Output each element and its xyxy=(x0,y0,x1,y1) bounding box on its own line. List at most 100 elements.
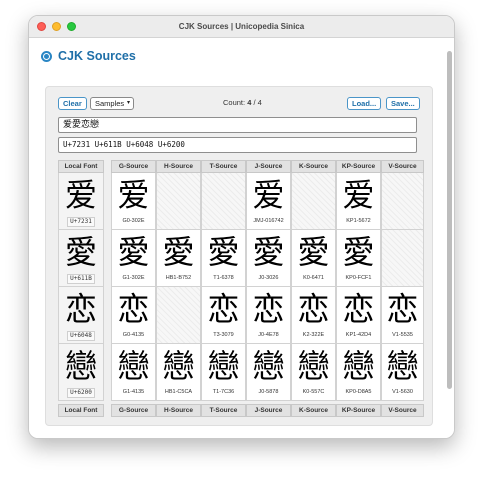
column-header: Local Font xyxy=(58,160,104,173)
close-window-button[interactable] xyxy=(37,22,46,31)
source-glyph: 恋 xyxy=(117,290,150,328)
column-footer: KP-Source xyxy=(336,404,381,417)
samples-select[interactable]: Samples ▾ xyxy=(90,97,134,110)
source-glyph-cell: 愛 T1-6378 xyxy=(201,230,246,287)
local-glyph: 爱 xyxy=(64,176,97,214)
local-font-cell: 戀 U+6200 xyxy=(58,344,104,401)
section-header[interactable]: CJK Sources xyxy=(41,49,136,63)
source-reference: KP0-FCF1 xyxy=(345,275,372,281)
source-glyph-cell: 愛 J0-3026 xyxy=(246,230,291,287)
source-reference: HB1-B752 xyxy=(165,275,192,281)
source-glyph-cell: 戀 G1-4135 xyxy=(111,344,156,401)
source-glyph: 愛 xyxy=(342,233,375,271)
column-header: KP-Source xyxy=(336,160,381,173)
characters-input[interactable]: 爱愛恋戀 xyxy=(58,117,417,133)
source-reference: T3-3079 xyxy=(213,332,234,338)
column-footer: T-Source xyxy=(201,404,246,417)
source-glyph: 恋 xyxy=(297,290,330,328)
column-header: V-Source xyxy=(381,160,424,173)
code-point-label: U+611B xyxy=(70,275,92,282)
local-font-cell: 恋 U+6048 xyxy=(58,287,104,344)
source-glyph-cell: 恋 G0-4135 xyxy=(111,287,156,344)
column-header: T-Source xyxy=(201,160,246,173)
source-glyph-cell: 爱 KP1-5672 xyxy=(336,173,381,230)
sources-table: Local Font 爱 U+7231 愛 U+611B 恋 U+6048 戀 U+6200 Lo… xyxy=(58,160,424,417)
column-header: H-Source xyxy=(156,160,201,173)
source-column: H-Source 愛 HB1-B752 戀 HB1-C5CA H-Source xyxy=(156,160,201,417)
source-glyph: 戀 xyxy=(162,347,195,385)
empty-source-cell xyxy=(156,173,201,230)
chevron-down-icon: ▾ xyxy=(126,100,130,106)
column-footer: H-Source xyxy=(156,404,201,417)
source-reference: KP0-D8A5 xyxy=(345,389,372,395)
samples-select-label: Samples xyxy=(95,99,125,108)
toolbar: Clear Samples ▾ Count: 4 / 4 Load... Sav… xyxy=(58,97,422,111)
title-bar: CJK Sources | Unicopedia Sinica xyxy=(29,16,454,38)
cjk-sources-panel: Clear Samples ▾ Count: 4 / 4 Load... Sav… xyxy=(45,86,433,426)
source-glyph-cell: 爱 G0-302E xyxy=(111,173,156,230)
source-reference: K2-322E xyxy=(302,332,325,338)
clear-button[interactable]: Clear xyxy=(58,97,87,110)
source-glyph-cell: 恋 J0-4E78 xyxy=(246,287,291,344)
source-glyph-cell: 戀 HB1-C5CA xyxy=(156,344,201,401)
source-glyph: 恋 xyxy=(207,290,240,328)
column-footer: Local Font xyxy=(58,404,104,417)
source-glyph-cell: 戀 KP0-D8A5 xyxy=(336,344,381,401)
minimize-window-button[interactable] xyxy=(52,22,61,31)
source-glyph-cell: 恋 K2-322E xyxy=(291,287,336,344)
count-value: 4 xyxy=(247,98,252,107)
source-reference: JMJ-016742 xyxy=(253,218,284,224)
code-point-label: U+6048 xyxy=(70,332,92,339)
vertical-scrollbar[interactable] xyxy=(447,51,452,389)
source-reference: G1-4135 xyxy=(122,389,145,395)
source-glyph: 愛 xyxy=(162,233,195,271)
local-font-cell: 愛 U+611B xyxy=(58,230,104,287)
column-footer: J-Source xyxy=(246,404,291,417)
load-button[interactable]: Load... xyxy=(347,97,382,110)
code-point-label: U+7231 xyxy=(70,218,92,225)
window-controls xyxy=(37,22,76,31)
source-glyph-cell: 愛 K0-6471 xyxy=(291,230,336,287)
source-reference: KP1-5672 xyxy=(346,218,371,224)
count-total: / 4 xyxy=(253,98,262,107)
code-points-input[interactable]: U+7231 U+611B U+6048 U+6200 xyxy=(58,137,417,153)
local-glyph: 恋 xyxy=(64,290,97,328)
source-glyph-cell: 戀 T1-7C36 xyxy=(201,344,246,401)
source-glyph-cell: 戀 V1-5630 xyxy=(381,344,424,401)
source-column: G-Source 爱 G0-302E 愛 G1-302E 恋 G0-4135 戀 G1-4135… xyxy=(111,160,156,417)
source-glyph: 愛 xyxy=(252,233,285,271)
source-glyph: 戀 xyxy=(297,347,330,385)
source-reference: V1-5535 xyxy=(392,332,413,338)
save-button[interactable]: Save... xyxy=(386,97,420,110)
source-column: T-Source 愛 T1-6378 恋 T3-3079 戀 T1-7C36 T-Source xyxy=(201,160,246,417)
source-column: J-Source 爱 JMJ-016742 愛 J0-3026 恋 J0-4E78 戀 J0-5… xyxy=(246,160,291,417)
source-reference: J0-4E78 xyxy=(258,332,279,338)
source-glyph-cell: 戀 K0-557C xyxy=(291,344,336,401)
source-reference: KP1-42D4 xyxy=(345,332,372,338)
source-reference: G1-302E xyxy=(122,275,145,281)
source-glyph: 爱 xyxy=(342,176,375,214)
local-glyph: 戀 xyxy=(64,347,97,385)
source-reference: J0-3026 xyxy=(258,275,279,281)
count-label: Count: xyxy=(223,98,246,107)
source-glyph-cell: 戀 J0-5878 xyxy=(246,344,291,401)
zoom-window-button[interactable] xyxy=(67,22,76,31)
source-glyph: 恋 xyxy=(386,290,419,328)
source-reference: G0-302E xyxy=(122,218,145,224)
source-glyph-cell: 恋 V1-5535 xyxy=(381,287,424,344)
code-point-label: U+6200 xyxy=(70,389,92,396)
empty-source-cell xyxy=(201,173,246,230)
source-glyph: 爱 xyxy=(117,176,150,214)
source-reference: K0-6471 xyxy=(303,275,324,281)
local-glyph: 愛 xyxy=(64,233,97,271)
source-glyph: 戀 xyxy=(207,347,240,385)
window-title: CJK Sources | Unicopedia Sinica xyxy=(178,22,305,31)
local-font-cell: 爱 U+7231 xyxy=(58,173,104,230)
source-glyph-cell: 恋 T3-3079 xyxy=(201,287,246,344)
source-glyph: 愛 xyxy=(117,233,150,271)
source-glyph: 爱 xyxy=(252,176,285,214)
source-glyph: 恋 xyxy=(342,290,375,328)
source-glyph-cell: 愛 KP0-FCF1 xyxy=(336,230,381,287)
column-footer: K-Source xyxy=(291,404,336,417)
page-content: CJK Sources Clear Samples ▾ Count: 4 / 4… xyxy=(29,39,454,438)
